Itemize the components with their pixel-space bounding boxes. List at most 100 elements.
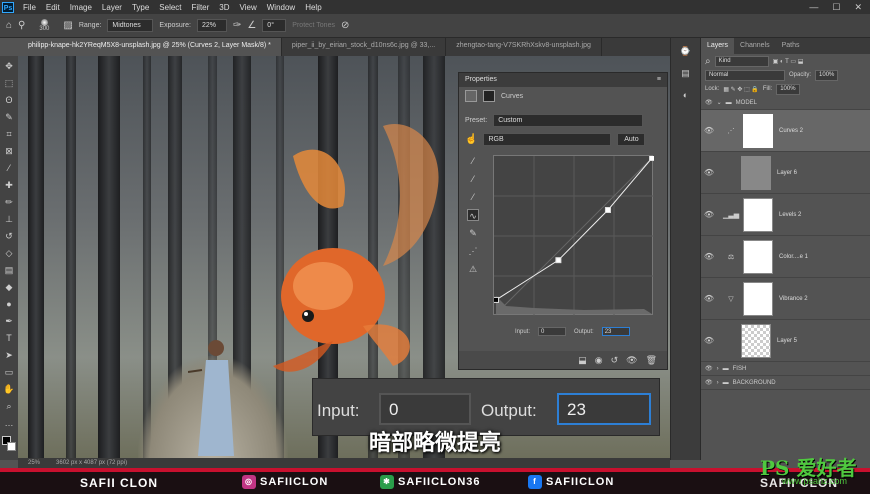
type-tool-icon[interactable]: T <box>3 332 15 345</box>
lock-icons[interactable]: ▦ ✎ ✥ ⬚ 🔒 <box>723 86 759 93</box>
layer-thumbnail[interactable] <box>741 323 771 358</box>
tab-paths[interactable]: Paths <box>776 38 806 54</box>
minimize-button[interactable]: — <box>809 2 818 13</box>
gray-point-eyedropper-icon[interactable]: ⁄ <box>467 173 479 185</box>
clone-stamp-tool-icon[interactable]: ⊥ <box>3 213 15 226</box>
zoom-tool-icon[interactable]: ⌕ <box>3 400 15 413</box>
lasso-tool-icon[interactable]: ʘ <box>3 94 15 107</box>
blend-mode-select[interactable]: Normal <box>705 69 785 81</box>
layer-mask-thumbnail[interactable] <box>743 113 773 148</box>
visibility-eye-icon[interactable]: 👁 <box>701 210 717 219</box>
menu-image[interactable]: Image <box>65 3 97 12</box>
channel-select[interactable]: RGB <box>483 133 612 146</box>
menu-window[interactable]: Window <box>262 3 300 12</box>
curve-edit-icon[interactable]: ∿ <box>467 209 479 221</box>
chevron-down-icon[interactable]: ⌄ <box>717 99 722 106</box>
layer-group-background[interactable]: 👁 › ▬ BACKGROUND <box>701 376 870 390</box>
filter-icons[interactable]: ▣ ◐ T ▭ ⬓ <box>773 58 804 65</box>
maximize-button[interactable]: ☐ <box>832 2 840 13</box>
visibility-eye-icon[interactable]: 👁 <box>701 336 717 345</box>
adjustments-icon[interactable]: ◐ <box>678 90 694 104</box>
path-select-tool-icon[interactable]: ➤ <box>3 349 15 362</box>
move-tool-icon[interactable]: ✥ <box>3 60 15 73</box>
panel-menu-icon[interactable]: ≡ <box>657 76 661 84</box>
visibility-eye-icon[interactable]: 👁 <box>701 294 717 303</box>
menu-edit[interactable]: Edit <box>41 3 65 12</box>
layer-row[interactable]: 👁 ⋰ Curves 2 <box>701 110 870 152</box>
pencil-icon[interactable]: ✎ <box>467 227 479 239</box>
menu-filter[interactable]: Filter <box>187 3 215 12</box>
zoom-level[interactable]: 25% <box>28 460 40 466</box>
menu-3d[interactable]: 3D <box>214 3 234 12</box>
white-point-eyedropper-icon[interactable]: ⁄ <box>467 191 479 203</box>
protect-tones-checkbox[interactable]: Protect Tones <box>292 22 335 29</box>
hand-tool-icon[interactable]: ✋ <box>3 383 15 396</box>
close-button[interactable]: ✕ <box>854 2 862 13</box>
home-icon[interactable]: ⌂ <box>6 20 12 31</box>
layer-row[interactable]: 👁 ⚖ Color....e 1 <box>701 236 870 278</box>
clipping-warning-icon[interactable]: ⚠ <box>467 263 479 275</box>
menu-file[interactable]: File <box>18 3 41 12</box>
layer-thumbnail[interactable] <box>741 155 771 190</box>
clip-to-layer-icon[interactable]: ⬓ <box>578 355 587 366</box>
view-previous-icon[interactable]: ◉ <box>595 355 603 366</box>
preset-select[interactable]: Custom <box>493 114 644 127</box>
menu-layer[interactable]: Layer <box>97 3 127 12</box>
layer-row[interactable]: 👁 Layer 5 <box>701 320 870 362</box>
curve-svg[interactable] <box>494 156 654 316</box>
tab-piper[interactable]: piper_ii_by_eirian_stock_d10ns6c.jpg @ 3… <box>282 38 447 56</box>
visibility-icon[interactable]: 👁 <box>626 355 637 366</box>
brush-tool-icon[interactable]: ✏ <box>3 196 15 209</box>
pen-tool-icon[interactable]: ✒ <box>3 315 15 328</box>
visibility-eye-icon[interactable]: 👁 <box>701 252 717 261</box>
menu-help[interactable]: Help <box>300 3 326 12</box>
auto-button[interactable]: Auto <box>617 133 646 146</box>
tab-zhengtao[interactable]: zhengtao-tang-V7SKRhXskv8-unsplash.jpg <box>446 38 602 56</box>
layer-mask-thumbnail[interactable] <box>743 197 773 232</box>
visibility-eye-icon[interactable]: 👁 <box>701 126 717 135</box>
quick-select-tool-icon[interactable]: ✎ <box>3 111 15 124</box>
airbrush-icon[interactable]: ✑ <box>233 20 241 31</box>
eraser-tool-icon[interactable]: ◇ <box>3 247 15 260</box>
document-info[interactable]: 3602 px x 4087 px (72 ppi) <box>56 460 127 466</box>
chevron-right-icon[interactable]: › <box>717 380 719 386</box>
properties-icon[interactable]: ▤ <box>678 68 694 82</box>
crop-tool-icon[interactable]: ⌗ <box>3 128 15 141</box>
menu-view[interactable]: View <box>235 3 262 12</box>
layer-row[interactable]: 👁 ▽ Vibrance 2 <box>701 278 870 320</box>
history-icon[interactable]: ⌚ <box>678 46 694 60</box>
layer-row[interactable]: 👁 ▁▃▅ Levels 2 <box>701 194 870 236</box>
marquee-tool-icon[interactable]: ⬚ <box>3 77 15 90</box>
visibility-eye-icon[interactable]: 👁 <box>705 379 713 386</box>
output-field[interactable]: 23 <box>601 327 630 336</box>
shape-tool-icon[interactable]: ▭ <box>3 366 15 379</box>
layer-row[interactable]: 👁 Layer 6 <box>701 152 870 194</box>
menu-type[interactable]: Type <box>127 3 154 12</box>
chevron-right-icon[interactable]: › <box>717 366 719 372</box>
layer-mask-thumbnail[interactable] <box>743 239 773 274</box>
target-adjust-icon[interactable]: ☝ <box>465 134 477 145</box>
layer-mask-thumbnail[interactable] <box>743 281 773 316</box>
healing-brush-tool-icon[interactable]: ✚ <box>3 179 15 192</box>
frame-tool-icon[interactable]: ⊠ <box>3 145 15 158</box>
reset-icon[interactable]: ↺ <box>611 355 619 366</box>
opacity-input[interactable]: 100% <box>815 69 839 81</box>
range-select[interactable]: Midtones <box>107 19 154 32</box>
kind-select[interactable]: Kind <box>714 55 769 67</box>
curves-graph[interactable] <box>493 155 654 316</box>
dodge-tool-icon[interactable]: ⚲ <box>18 20 25 31</box>
eyedropper-tool-icon[interactable]: ⁄ <box>3 162 15 175</box>
visibility-eye-icon[interactable]: 👁 <box>705 99 713 106</box>
black-point-eyedropper-icon[interactable]: ⁄ <box>467 155 479 167</box>
blur-tool-icon[interactable]: ◆ <box>3 281 15 294</box>
exposure-input[interactable]: 22% <box>196 19 227 32</box>
history-brush-tool-icon[interactable]: ↺ <box>3 230 15 243</box>
angle-input[interactable]: 0° <box>262 19 287 32</box>
fill-input[interactable]: 100% <box>776 83 800 95</box>
delete-icon[interactable]: 🗑 <box>646 355 657 366</box>
gradient-tool-icon[interactable]: ▤ <box>3 264 15 277</box>
tab-channels[interactable]: Channels <box>734 38 776 54</box>
layer-group-model[interactable]: 👁 ⌄ ▬ MODEL <box>701 96 870 110</box>
visibility-eye-icon[interactable]: 👁 <box>701 168 717 177</box>
tab-layers[interactable]: Layers <box>701 38 735 54</box>
